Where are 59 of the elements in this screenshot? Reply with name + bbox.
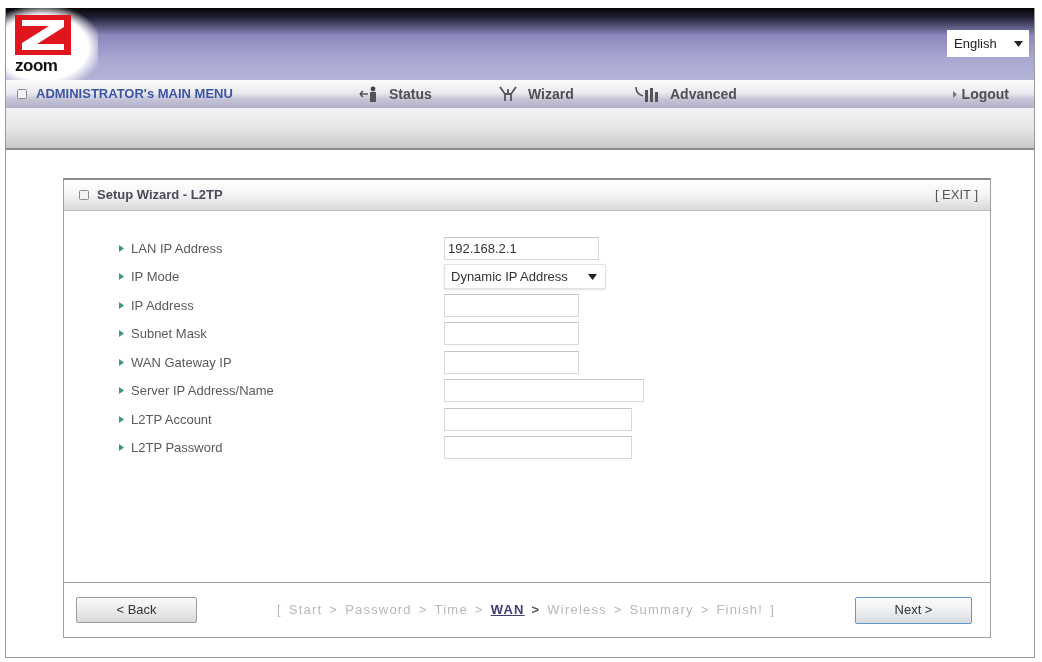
breadcrumb-separator: >	[531, 601, 541, 620]
panel-title: Setup Wizard - L2TP	[97, 186, 223, 205]
breadcrumb-separator: >	[613, 601, 623, 620]
square-icon	[79, 190, 89, 200]
breadcrumb-separator: >	[700, 601, 710, 620]
field-label: WAN Gateway IP	[131, 353, 232, 372]
logout-link[interactable]: Logout	[952, 83, 1009, 105]
field-label: L2TP Password	[131, 439, 223, 457]
text-field[interactable]	[444, 407, 632, 431]
caret-down-icon	[1014, 40, 1023, 47]
field-label: IP Mode	[131, 268, 180, 286]
exit-link[interactable]: [ EXIT ]	[934, 185, 978, 205]
field-label: LAN IP Address	[131, 239, 223, 258]
breadcrumb-separator: >	[474, 601, 484, 620]
tool-bars-icon	[634, 85, 660, 103]
nav-item[interactable]: Status	[359, 83, 432, 105]
breadcrumb-bracket: [	[277, 601, 282, 620]
breadcrumb-separator: >	[329, 601, 339, 620]
text-field[interactable]: 192.168.2.1	[444, 236, 599, 260]
wizard-step: Finish!	[716, 600, 764, 620]
nav-item[interactable]: Advanced	[634, 83, 737, 105]
nav-item[interactable]: Wizard	[498, 83, 574, 105]
back-button[interactable]: < Back	[76, 597, 197, 623]
breadcrumb-separator: >	[418, 601, 428, 620]
field-label: IP Address	[131, 296, 194, 315]
bullet-triangle-icon	[119, 358, 124, 366]
field-label: L2TP Account	[131, 410, 212, 429]
breadcrumb-bracket: ]	[770, 601, 775, 620]
bullet-triangle-icon	[119, 444, 124, 452]
bullet-triangle-icon	[119, 387, 124, 395]
text-field[interactable]	[444, 293, 579, 317]
wizard-step: Start	[288, 600, 323, 620]
bullet-triangle-icon	[119, 244, 124, 252]
menu-title: ADMINISTRATOR's MAIN MENU	[36, 85, 233, 104]
next-button[interactable]: Next >	[855, 596, 972, 624]
text-field[interactable]	[444, 379, 644, 403]
person-arrow-icon	[359, 85, 379, 103]
wizard-step: Password	[345, 600, 412, 620]
ip-mode-select[interactable]: Dynamic IP Address	[444, 264, 606, 290]
bullet-triangle-icon	[119, 330, 124, 338]
bullet-triangle-icon	[119, 415, 124, 423]
field-label: Server IP Address/Name	[131, 382, 274, 400]
bullet-triangle-icon	[119, 273, 124, 281]
logo-text: zoom	[15, 57, 58, 74]
square-icon	[17, 89, 27, 99]
fork-icon	[498, 86, 518, 102]
wizard-step: Summary	[629, 600, 694, 620]
text-field[interactable]	[444, 436, 632, 460]
z-logo-icon	[15, 15, 71, 55]
field-label: Subnet Mask	[131, 325, 207, 343]
text-field[interactable]	[444, 322, 579, 346]
caret-down-icon	[588, 273, 597, 280]
wizard-step: Time	[434, 600, 468, 620]
caret-right-icon	[952, 90, 957, 98]
wizard-step: Wireless	[547, 600, 607, 620]
language-select[interactable]: English	[947, 30, 1029, 57]
wizard-step: WAN	[490, 600, 525, 620]
text-field[interactable]	[444, 350, 579, 374]
bullet-triangle-icon	[119, 301, 124, 309]
